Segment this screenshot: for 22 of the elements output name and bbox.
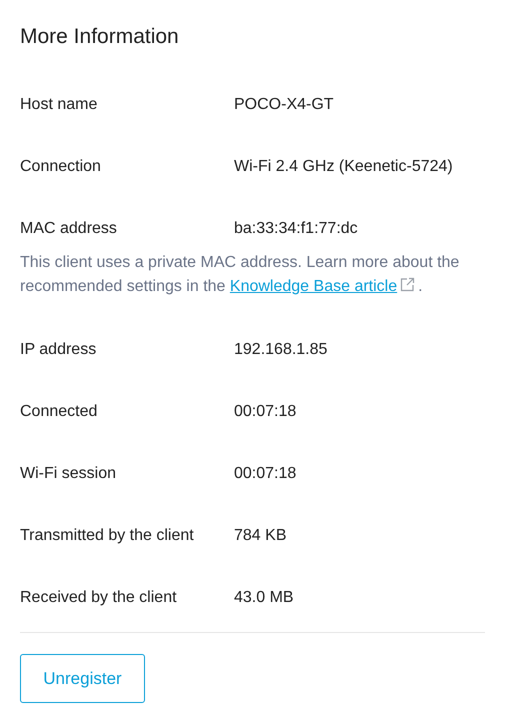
field-label: Host name <box>20 95 98 115</box>
field-label: Transmitted by the client <box>20 526 195 546</box>
field-label: Connection <box>20 157 102 177</box>
field-value: ba:33:34:f1:77:dc <box>234 219 358 239</box>
field-value: 43.0 MB <box>234 588 294 608</box>
external-link-icon <box>400 277 416 292</box>
unregister-button[interactable]: Unregister <box>20 654 145 703</box>
section-title: More Information <box>20 24 179 50</box>
field-value: 00:07:18 <box>234 402 296 422</box>
field-label: Wi-Fi session <box>20 464 118 484</box>
field-value: Wi-Fi 2.4 GHz (Keenetic-5724) <box>234 157 453 177</box>
field-label: IP address <box>20 340 98 360</box>
field-value: POCO-X4-GT <box>234 95 334 115</box>
field-label: Received by the client <box>20 588 178 608</box>
field-value: 192.168.1.85 <box>234 340 328 360</box>
field-value: 00:07:18 <box>234 464 296 484</box>
knowledge-base-link[interactable]: Knowledge Base article <box>230 278 398 295</box>
note-period: . <box>418 278 423 295</box>
field-label: MAC address <box>20 219 118 239</box>
field-value: 784 KB <box>234 526 286 546</box>
info-note: This client uses a private MAC address. Learn more about the recommended settings in the Knowledge Base article . <box>20 253 460 297</box>
field-label: Connected <box>20 402 98 422</box>
